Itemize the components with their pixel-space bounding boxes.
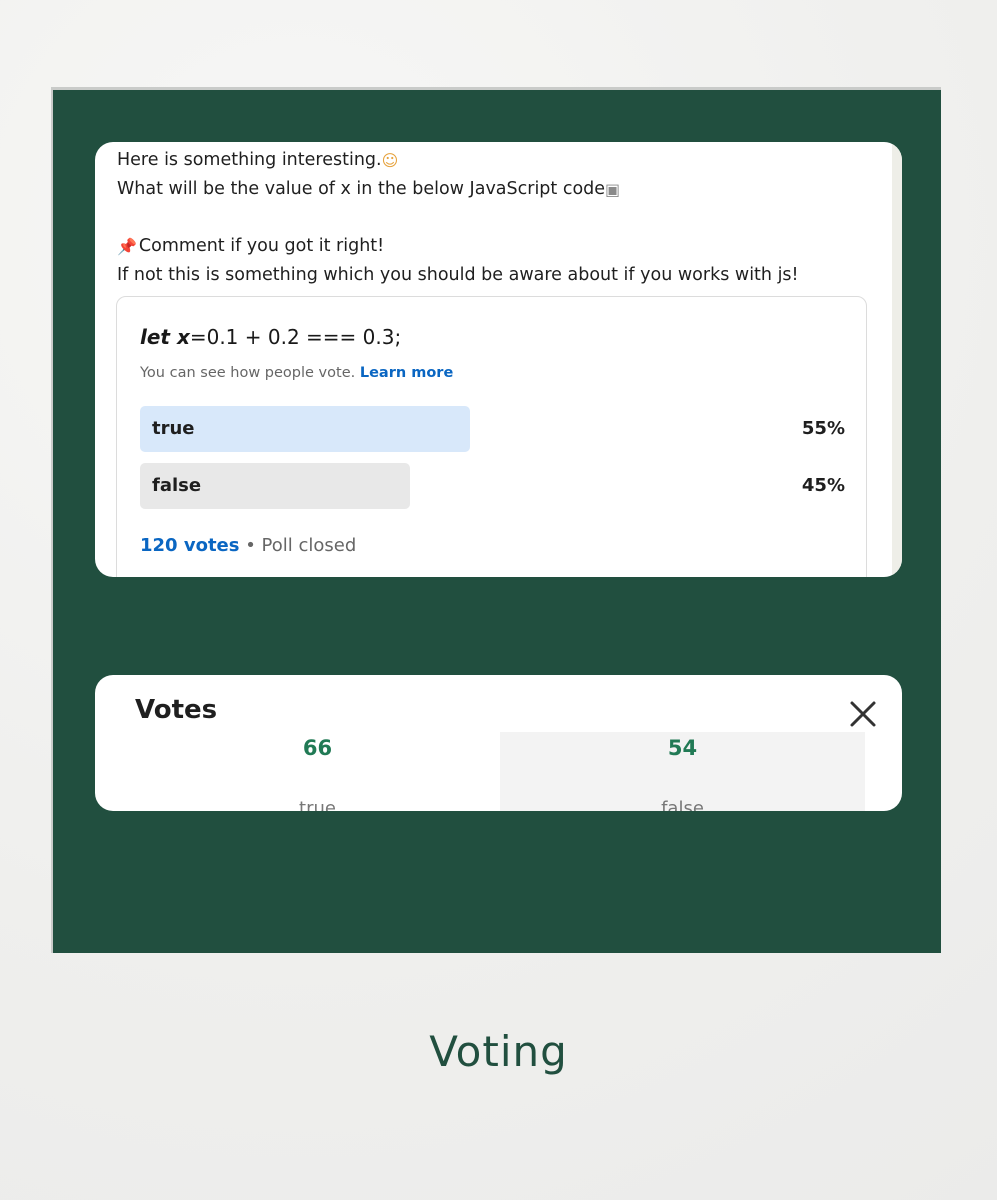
post-line-2: What will be the value of x in the below… bbox=[117, 175, 877, 204]
slide-caption: Voting bbox=[429, 1027, 568, 1076]
post-line-3-text: Comment if you got it right! bbox=[138, 236, 385, 256]
votes-count: 54 bbox=[667, 736, 698, 760]
post-line-1-text: Here is something interesting. bbox=[117, 150, 382, 170]
votes-modal: Votes 66 true 54 false bbox=[95, 675, 902, 811]
votes-modal-title: Votes bbox=[135, 695, 218, 725]
poll-widget: let x=0.1 + 0.2 === 0.3; You can see how… bbox=[116, 296, 867, 577]
post-card: Here is something interesting.☺ What wil… bbox=[95, 142, 902, 577]
post-line-3: 📌 Comment if you got it right! bbox=[117, 232, 877, 261]
votes-tab-label: false bbox=[661, 798, 704, 811]
poll-option-percent: 45% bbox=[801, 475, 845, 496]
votes-tab-label: true bbox=[299, 798, 336, 811]
post-body: Here is something interesting.☺ What wil… bbox=[117, 146, 877, 290]
close-icon[interactable] bbox=[846, 697, 880, 731]
poll-question-text: =0.1 + 0.2 === 0.3; bbox=[189, 325, 402, 349]
poll-footer: 120 votes • Poll closed bbox=[140, 535, 356, 556]
pushpin-icon: 📌 bbox=[117, 237, 137, 256]
post-line-1: Here is something interesting.☺ bbox=[117, 146, 877, 175]
nerd-face-icon: ☺ bbox=[381, 151, 399, 170]
poll-status: Poll closed bbox=[261, 535, 357, 556]
technologist-icon: ▣ bbox=[605, 180, 621, 199]
post-line-4-text: If not this is something which you shoul… bbox=[117, 265, 799, 285]
learn-more-link[interactable]: Learn more bbox=[360, 365, 453, 381]
votes-count: 66 bbox=[302, 736, 333, 760]
post-line-4: If not this is something which you shoul… bbox=[117, 261, 877, 290]
poll-option-label: true bbox=[152, 418, 195, 439]
poll-option-false[interactable]: false 45% bbox=[140, 463, 845, 509]
poll-question: let x=0.1 + 0.2 === 0.3; bbox=[140, 325, 401, 349]
poll-option-label: false bbox=[152, 475, 202, 496]
votes-tab-false[interactable]: 54 false bbox=[500, 732, 865, 811]
poll-option-percent: 55% bbox=[801, 418, 845, 439]
poll-question-keyword: let x bbox=[140, 325, 190, 349]
votes-tab-true[interactable]: 66 true bbox=[135, 732, 500, 811]
post-line-2-text: What will be the value of x in the below… bbox=[117, 179, 606, 199]
poll-option-true[interactable]: true 55% bbox=[140, 406, 845, 452]
card-scroll-edge bbox=[892, 142, 902, 577]
poll-visibility-note: You can see how people vote. Learn more bbox=[140, 365, 453, 381]
votes-count-link[interactable]: 120 votes bbox=[140, 535, 239, 556]
footer-separator: • bbox=[239, 535, 262, 556]
poll-note-text: You can see how people vote. bbox=[140, 365, 356, 381]
